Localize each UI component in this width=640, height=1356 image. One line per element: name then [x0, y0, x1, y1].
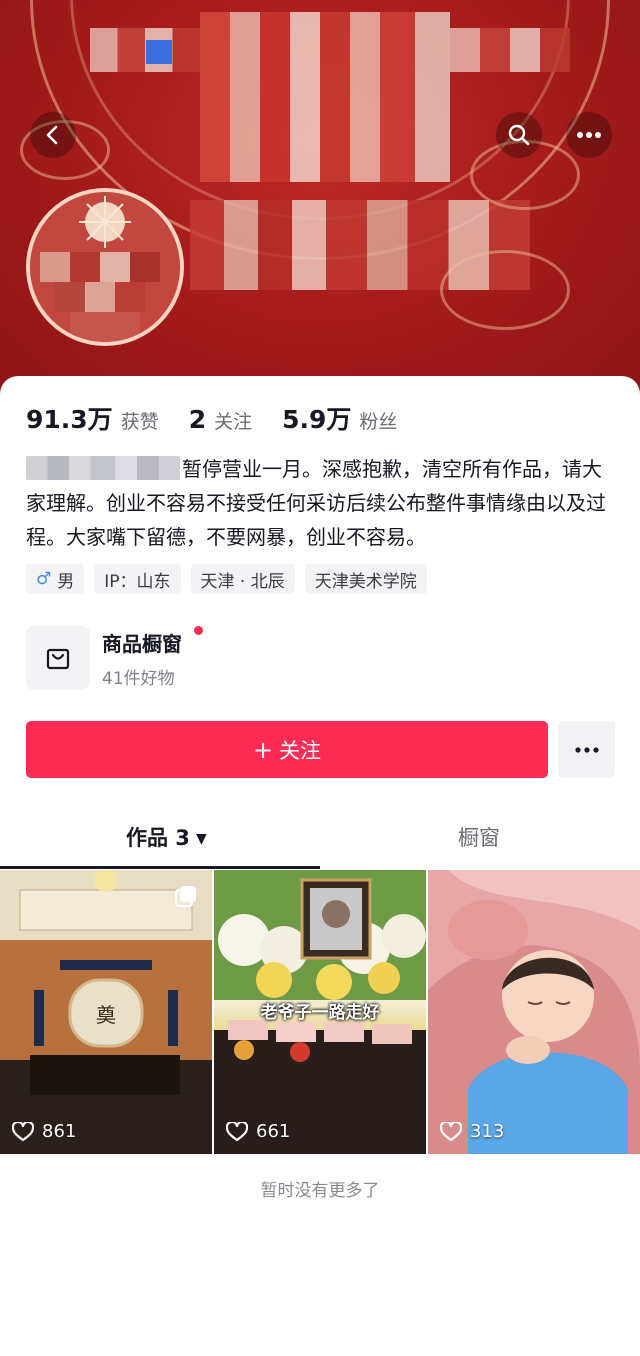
profile-tags: ♂ 男 IP：山东 天津 · 北辰 天津美术学院 [26, 564, 437, 594]
location-tag[interactable]: 天津 · 北辰 [190, 564, 295, 594]
like-count: 861 [12, 1121, 76, 1142]
avatar-image [30, 192, 180, 342]
heart-icon [440, 1121, 462, 1141]
video-thumbnail[interactable]: 313 [428, 870, 640, 1154]
following-label[interactable]: 关注 [214, 407, 252, 434]
followers-count[interactable]: 5.9万 [282, 400, 351, 436]
more-horizontal-icon [577, 132, 601, 138]
plus-icon: + [252, 735, 274, 764]
profile-page: 91.3万 获赞 2 关注 5.9万 粉丝 暂停营业一月。深感抱歉，清空所有作品… [0, 0, 640, 1356]
notification-dot [194, 626, 203, 635]
shopping-bag-icon [26, 626, 90, 690]
avatar[interactable] [26, 188, 184, 346]
male-icon: ♂ [36, 569, 52, 589]
back-button[interactable] [30, 112, 76, 158]
following-count[interactable]: 2 [189, 405, 206, 434]
active-tab-indicator [0, 866, 320, 869]
school-tag[interactable]: 天津美术学院 [304, 564, 427, 594]
gender-tag: ♂ 男 [26, 564, 85, 594]
blurred-name [26, 456, 180, 480]
shop-subtitle: 41件好物 [102, 669, 175, 689]
follow-label: 关注 [279, 738, 322, 763]
ip-tag: IP：山东 [94, 564, 181, 594]
chevron-left-icon [46, 125, 58, 145]
baby-dragon-image [428, 870, 640, 1154]
more-actions-button[interactable] [558, 721, 615, 778]
search-button[interactable] [496, 112, 542, 158]
more-horizontal-icon [574, 746, 599, 753]
end-of-list-text: 暂时没有更多了 [260, 1181, 380, 1201]
like-count: 313 [440, 1121, 504, 1142]
tab-works[interactable]: 作品 3 ▼ [126, 822, 207, 852]
svg-text:奠: 奠 [96, 1003, 116, 1027]
profile-bio: 暂停营业一月。深感抱歉，清空所有作品，请大家理解。创业不容易不接受任何采访后续公… [26, 452, 616, 554]
profile-tabs: 作品 3 ▼ 橱窗 [0, 806, 640, 870]
followers-label[interactable]: 粉丝 [359, 407, 397, 434]
likes-label: 获赞 [120, 411, 159, 433]
multi-image-icon [175, 886, 196, 907]
video-thumbnail[interactable]: 奠 861 [0, 870, 212, 1154]
heart-icon [12, 1121, 34, 1141]
shop-title: 商品橱窗 [102, 632, 182, 656]
video-caption: 老爷子一路走好 [260, 1003, 380, 1023]
heart-icon [226, 1121, 248, 1141]
tab-shop-window[interactable]: 橱窗 [458, 822, 500, 852]
video-grid: 奠 861 老爷子一路走好 661 313 [0, 870, 640, 1154]
shop-window-entry[interactable]: 商品橱窗 41件好物 [26, 626, 426, 690]
caret-down-icon: ▼ [195, 831, 207, 847]
profile-card: 91.3万 获赞 2 关注 5.9万 粉丝 暂停营业一月。深感抱歉，清空所有作品… [0, 376, 640, 1356]
profile-banner [0, 0, 640, 400]
like-count: 661 [226, 1121, 290, 1142]
more-options-button[interactable] [566, 112, 612, 158]
likes-count: 91.3万 [26, 405, 113, 434]
profile-stats: 91.3万 获赞 2 关注 5.9万 粉丝 [26, 400, 427, 436]
hall-image: 奠 [0, 870, 212, 1154]
video-thumbnail[interactable]: 老爷子一路走好 661 [214, 870, 426, 1154]
follow-button[interactable]: + 关注 [26, 721, 548, 778]
search-icon [508, 124, 530, 146]
